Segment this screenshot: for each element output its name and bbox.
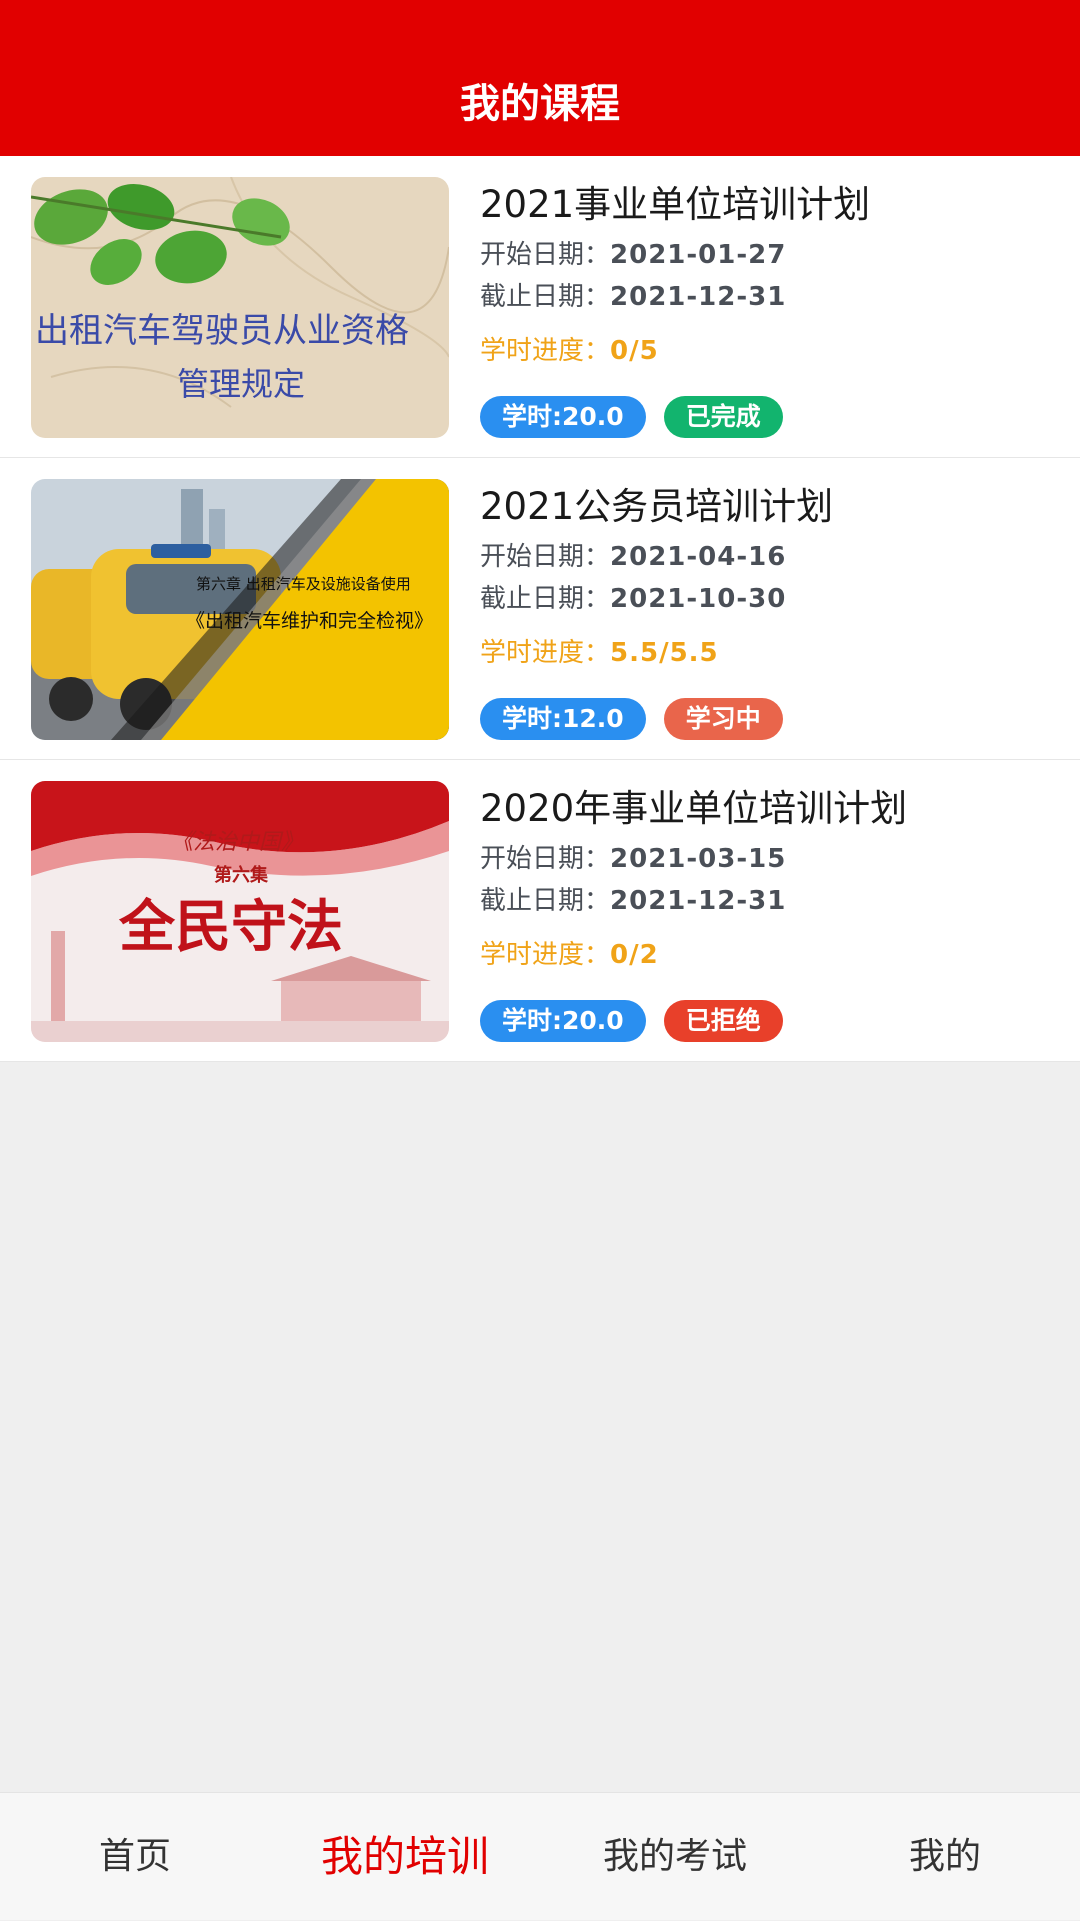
progress-row: 学时进度：0/5 — [480, 334, 659, 368]
status-badge: 已拒绝 — [663, 1000, 783, 1042]
start-date-row: 开始日期：2021-04-16 — [480, 540, 786, 574]
progress-label: 学时进度： — [480, 638, 611, 668]
thumb-text-line2: 第六集 — [214, 864, 269, 886]
status-badge: 学习中 — [663, 698, 783, 740]
tag-group: 学时:20.0 已完成 — [480, 396, 801, 438]
end-date-value: 2021-12-31 — [610, 886, 787, 916]
start-date-value: 2021-01-27 — [610, 240, 787, 270]
hours-badge: 学时:20.0 — [480, 1000, 646, 1042]
hours-badge: 学时:20.0 — [480, 396, 646, 438]
thumb-text-line2: 管理规定 — [177, 365, 305, 403]
progress-label: 学时进度： — [480, 336, 611, 366]
progress-row: 学时进度：5.5/5.5 — [480, 636, 719, 670]
thumb-text-line1: 《法治中国》 — [171, 830, 303, 855]
start-date-row: 开始日期：2021-03-15 — [480, 842, 786, 876]
start-date-label: 开始日期： — [480, 844, 611, 874]
tag-group: 学时:20.0 已拒绝 — [480, 1000, 801, 1042]
tab-my-training[interactable]: 我的培训 — [270, 1793, 540, 1921]
progress-value: 5.5/5.5 — [610, 638, 719, 668]
tab-my-exams[interactable]: 我的考试 — [540, 1793, 810, 1921]
tag-group: 学时:12.0 学习中 — [480, 698, 801, 740]
thumb-text-line3: 全民守法 — [118, 894, 343, 960]
thumb-text-line2: 《出租汽车维护和完全检视》 — [186, 610, 433, 632]
start-date-value: 2021-04-16 — [610, 542, 787, 572]
progress-value: 0/5 — [610, 336, 659, 366]
course-item[interactable]: 《法治中国》 第六集 全民守法 2020年事业单位培训计划 开始日期：2021-… — [0, 760, 1080, 1062]
end-date-row: 截止日期：2021-12-31 — [480, 280, 786, 314]
end-date-label: 截止日期： — [480, 886, 611, 916]
progress-row: 学时进度：0/2 — [480, 938, 659, 972]
end-date-value: 2021-10-30 — [610, 584, 787, 614]
bottom-tab-bar: 首页 我的培训 我的考试 我的 — [0, 1792, 1080, 1920]
start-date-value: 2021-03-15 — [610, 844, 787, 874]
thumb-text-line1: 出租汽车驾驶员从业资格 — [35, 311, 409, 351]
course-thumbnail[interactable]: 第六章 出租汽车及设施设备使用 《出租汽车维护和完全检视》 — [31, 479, 449, 740]
hours-badge: 学时:12.0 — [480, 698, 646, 740]
course-title: 2020年事业单位培训计划 — [480, 787, 908, 830]
page-title: 我的课程 — [460, 81, 620, 127]
start-date-row: 开始日期：2021-01-27 — [480, 238, 786, 272]
course-thumbnail[interactable]: 《法治中国》 第六集 全民守法 — [31, 781, 449, 1042]
thumb-text-line1: 第六章 出租汽车及设施设备使用 — [196, 575, 411, 593]
tab-home[interactable]: 首页 — [0, 1793, 270, 1921]
end-date-row: 截止日期：2021-10-30 — [480, 582, 786, 616]
tab-profile[interactable]: 我的 — [810, 1793, 1080, 1921]
progress-label: 学时进度： — [480, 940, 611, 970]
course-thumbnail[interactable]: 出租汽车驾驶员从业资格 管理规定 — [31, 177, 449, 438]
end-date-label: 截止日期： — [480, 282, 611, 312]
start-date-label: 开始日期： — [480, 542, 611, 572]
course-title: 2021公务员培训计划 — [480, 485, 834, 528]
start-date-label: 开始日期： — [480, 240, 611, 270]
status-badge: 已完成 — [663, 396, 783, 438]
end-date-row: 截止日期：2021-12-31 — [480, 884, 786, 918]
end-date-label: 截止日期： — [480, 584, 611, 614]
header-bar: 我的课程 — [0, 0, 1080, 156]
course-title: 2021事业单位培训计划 — [480, 183, 871, 226]
progress-value: 0/2 — [610, 940, 659, 970]
course-item[interactable]: 第六章 出租汽车及设施设备使用 《出租汽车维护和完全检视》 2021公务员培训计… — [0, 458, 1080, 760]
end-date-value: 2021-12-31 — [610, 282, 787, 312]
course-item[interactable]: 出租汽车驾驶员从业资格 管理规定 2021事业单位培训计划 开始日期：2021-… — [0, 156, 1080, 458]
course-list: 出租汽车驾驶员从业资格 管理规定 2021事业单位培训计划 开始日期：2021-… — [0, 156, 1080, 1062]
